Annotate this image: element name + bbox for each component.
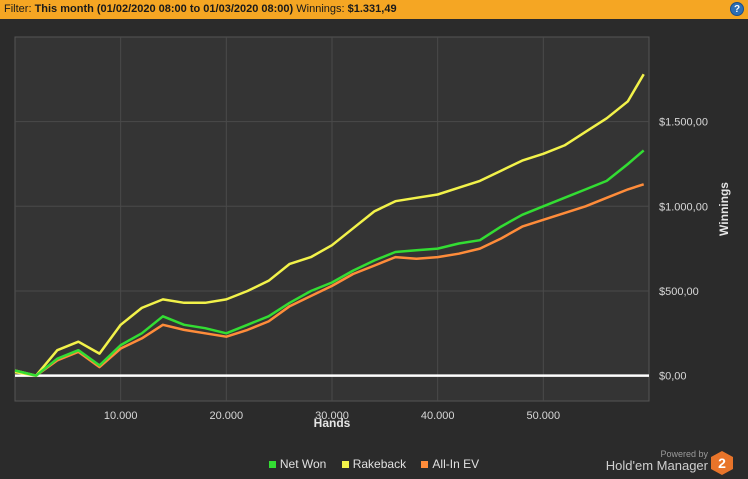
legend-label: All-In EV [432, 457, 480, 471]
y-tick-label: $500,00 [659, 286, 699, 298]
holdem-manager-logo-icon: 2 [711, 451, 733, 475]
x-axis-label: Hands [314, 416, 351, 430]
legend-net-won[interactable]: Net Won [268, 457, 327, 471]
filter-bar: Filter: This month (01/02/2020 08:00 to … [0, 0, 748, 19]
legend-label: Rakeback [352, 457, 407, 471]
legend-swatch [341, 461, 349, 469]
y-tick-label: $0,00 [659, 371, 687, 383]
y-tick-label: $1.500,00 [659, 117, 708, 129]
legend-swatch [421, 461, 429, 469]
filter-value: This month (01/02/2020 08:00 to 01/03/20… [34, 3, 294, 15]
winnings-chart: 10.000 20.000 30.000 40.000 50.000$0,00$500,… [14, 36, 731, 430]
x-tick-label: 50.000 [527, 410, 561, 422]
winnings-label: Winnings: [296, 3, 345, 15]
x-tick-label: 10.000 [104, 410, 138, 422]
y-axis-label: Winnings [717, 182, 731, 236]
y-tick-label: $1.000,00 [659, 201, 708, 213]
brand-name: Hold'em Manager [605, 458, 708, 473]
help-icon[interactable]: ? [730, 2, 744, 16]
legend-all-in-ev[interactable]: All-In EV [421, 457, 479, 471]
filter-prefix: Filter: [4, 3, 32, 15]
x-tick-label: 20.000 [210, 410, 244, 422]
legend-rakeback[interactable]: Rakeback [341, 457, 407, 471]
logo-text: 2 [718, 455, 726, 471]
x-tick-label: 40.000 [421, 410, 455, 422]
legend-label: Net Won [279, 457, 327, 471]
legend-swatch [268, 461, 276, 469]
winnings-value: $1.331,49 [347, 3, 397, 15]
